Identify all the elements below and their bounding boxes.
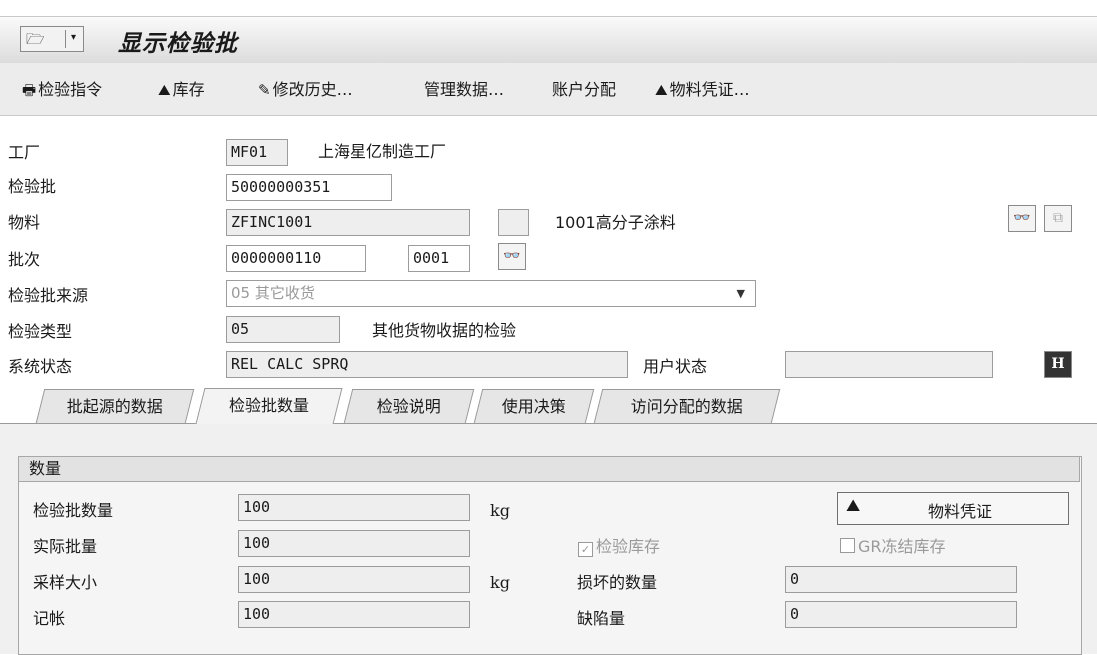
account-assignment-button[interactable]: 账户分配 <box>552 79 616 101</box>
inspection-type-field[interactable]: 05 <box>226 316 340 343</box>
tab-lot-quantity[interactable]: 检验批数量 <box>195 388 343 424</box>
sample-size-unit: kg <box>490 573 510 592</box>
lot-origin-label: 检验批来源 <box>8 286 89 305</box>
history-icon: ✎ <box>258 81 271 99</box>
material-description: 1001高分子涂料 <box>555 213 676 232</box>
user-status-field[interactable] <box>785 351 993 378</box>
batch-label: 批次 <box>8 250 41 269</box>
inspection-lot-label: 检验批 <box>8 177 57 196</box>
lot-quantity-field[interactable]: 100 <box>238 494 470 521</box>
batch-field[interactable]: 0000000110 <box>226 245 366 272</box>
sample-size-field[interactable]: 100 <box>238 566 470 593</box>
inspection-lot-field[interactable]: 50000000351 <box>226 174 392 201</box>
posted-label: 记帐 <box>33 609 66 628</box>
lot-quantity-label: 检验批数量 <box>33 501 114 520</box>
inspection-instruction-button[interactable]: 🖶 检验指令 <box>22 79 102 101</box>
title-bar: 🗁 ▾ 显示检验批 <box>0 16 1097 64</box>
admin-data-button[interactable]: 管理数据… <box>424 79 504 101</box>
info-icon[interactable]: H <box>1044 351 1072 378</box>
system-status-field[interactable]: REL CALC SPRQ <box>226 351 628 378</box>
chevron-down-icon[interactable]: ▼ <box>737 281 745 306</box>
plant-description: 上海星亿制造工厂 <box>318 142 447 161</box>
material-extra-field[interactable] <box>498 209 529 236</box>
inspection-stock-checkbox[interactable]: ✓ 检验库存 <box>578 536 660 558</box>
batch-sub-field[interactable]: 0001 <box>408 245 470 272</box>
lot-quantity-unit: kg <box>490 501 510 520</box>
defect-quantity-label: 缺陷量 <box>577 609 626 628</box>
tab-usage-decision[interactable]: 使用决策 <box>473 389 595 423</box>
chevron-down-icon: ▾ <box>71 32 77 43</box>
sample-size-label: 采样大小 <box>33 573 98 592</box>
tab-inspection-notes[interactable]: 检验说明 <box>343 389 475 423</box>
system-status-label: 系统状态 <box>8 357 73 376</box>
tab-lot-origin-data[interactable]: 批起源的数据 <box>35 389 195 423</box>
stock-icon: ⛰ <box>158 81 171 99</box>
checkmark-icon: ✓ <box>578 542 593 557</box>
inspection-type-label: 检验类型 <box>8 322 73 341</box>
plant-label: 工厂 <box>8 143 41 162</box>
page-title: 显示检验批 <box>118 31 238 57</box>
system-menu-button[interactable]: 🗁 ▾ <box>20 26 84 52</box>
gr-blocked-stock-checkbox[interactable]: GR冻结库存 <box>840 536 946 558</box>
material-field[interactable]: ZFINC1001 <box>226 209 470 236</box>
glasses-icon[interactable]: 👓 <box>498 243 526 270</box>
change-history-button[interactable]: ✎ 修改历史… <box>258 79 353 101</box>
stock-button[interactable]: ⛰ 库存 <box>158 79 205 101</box>
quantity-group-title: 数量 <box>18 456 1080 482</box>
material-document-action-button[interactable]: ⛰ 物料凭证 <box>837 492 1069 525</box>
destroyed-quantity-field[interactable]: 0 <box>785 566 1017 593</box>
actual-quantity-field[interactable]: 100 <box>238 530 470 557</box>
inspection-type-description: 其他货物收据的检验 <box>372 321 517 340</box>
material-doc-icon: ⛰ <box>846 496 861 516</box>
application-toolbar: 🖶 检验指令 ⛰ 库存 ✎ 修改历史… 管理数据… 账户分配 ⛰ 物料凭证… <box>0 63 1097 116</box>
defect-quantity-field[interactable]: 0 <box>785 601 1017 628</box>
glasses-icon[interactable]: 👓 <box>1008 205 1036 232</box>
lot-origin-select[interactable]: 05 其它收货 ▼ <box>226 280 756 307</box>
actual-quantity-label: 实际批量 <box>33 537 98 556</box>
tab-assigned-data[interactable]: 访问分配的数据 <box>593 389 781 423</box>
copy-icon[interactable]: ⧉ <box>1044 205 1072 232</box>
posted-field[interactable]: 100 <box>238 601 470 628</box>
print-icon: 🖶 <box>22 81 37 99</box>
material-doc-icon: ⛰ <box>655 81 668 99</box>
user-status-label: 用户状态 <box>643 357 708 376</box>
material-document-button[interactable]: ⛰ 物料凭证… <box>655 79 750 101</box>
menu-icon: 🗁 <box>26 30 45 48</box>
destroyed-quantity-label: 损坏的数量 <box>577 573 658 592</box>
material-label: 物料 <box>8 213 41 232</box>
plant-field[interactable]: MF01 <box>226 139 288 166</box>
